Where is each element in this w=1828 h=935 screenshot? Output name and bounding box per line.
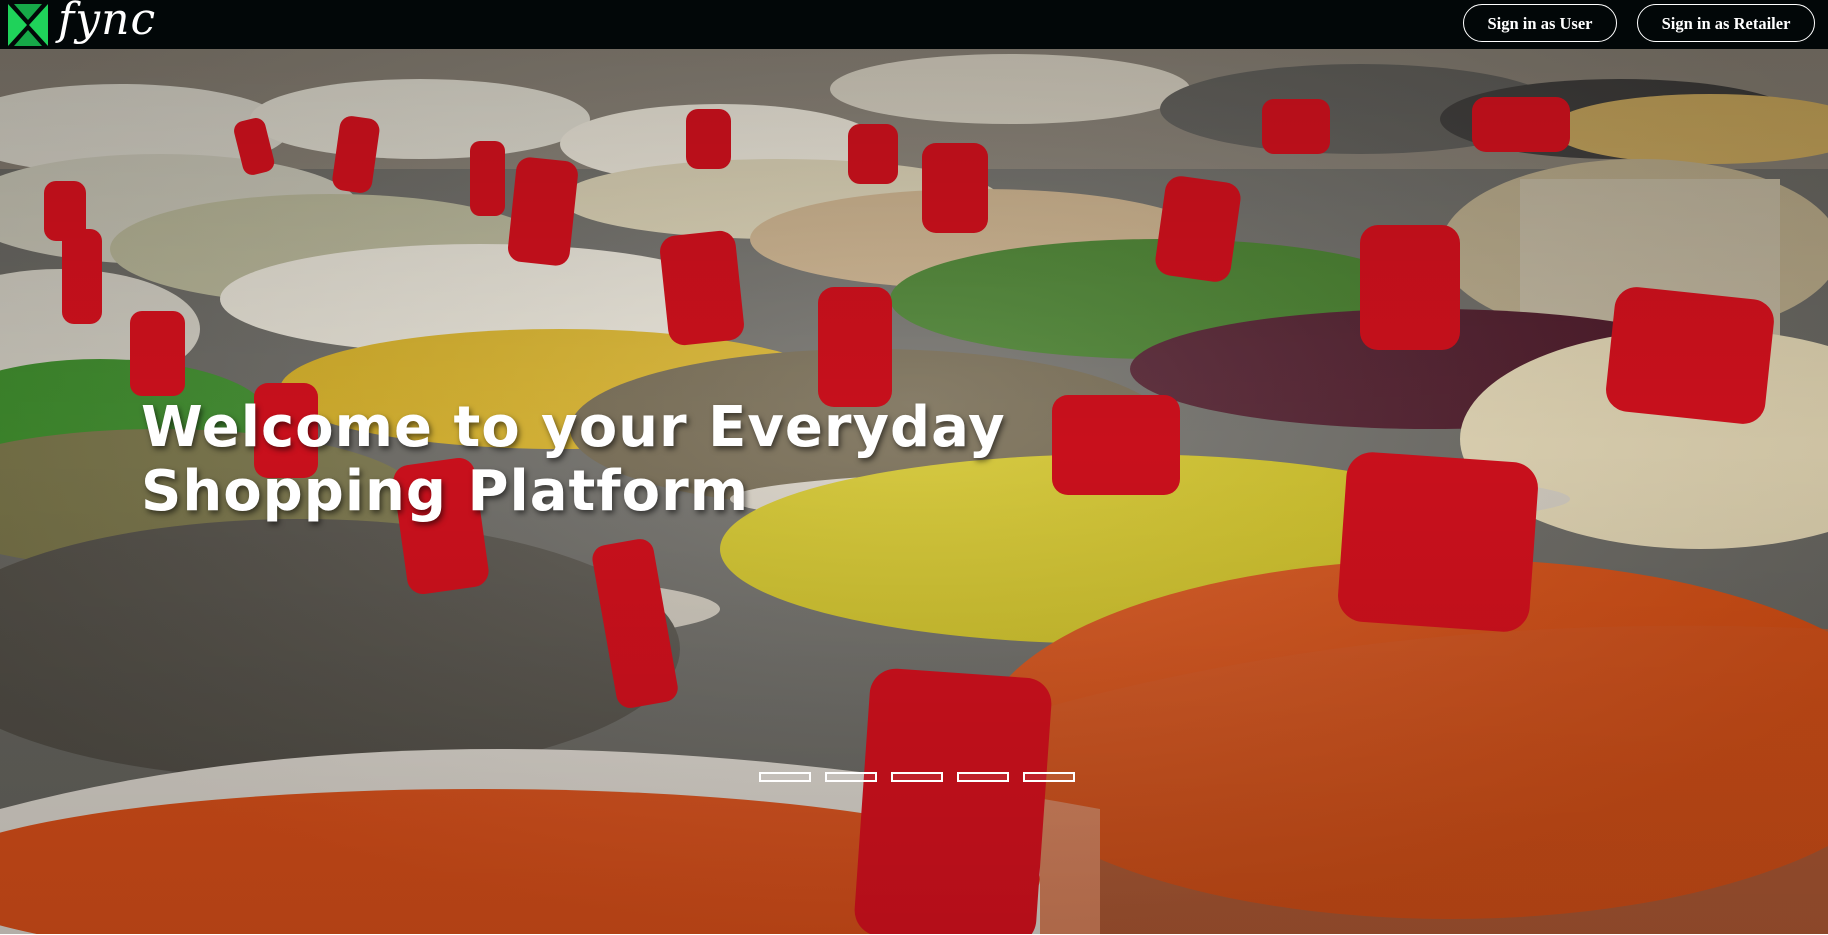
carousel-indicator-4[interactable] (957, 772, 1009, 782)
sign-in-user-button[interactable]: Sign in as User (1463, 4, 1617, 42)
brand-logo[interactable]: fync (8, 0, 155, 48)
brand-name: fync (58, 0, 157, 45)
hero-title-line-2: Shopping Platform (141, 459, 750, 524)
sign-in-retailer-button[interactable]: Sign in as Retailer (1637, 4, 1815, 42)
top-navbar: fync Sign in as User Sign in as Retailer (0, 0, 1828, 49)
hero-title-line-1: Welcome to your Everyday (141, 395, 1006, 460)
carousel-indicator-5[interactable] (1023, 772, 1075, 782)
carousel-indicator-2[interactable] (825, 772, 877, 782)
carousel-indicator-1[interactable] (759, 772, 811, 782)
bowtie-logo-icon (8, 4, 48, 46)
hero-title: Welcome to your Everyday Shopping Platfo… (141, 396, 1141, 524)
carousel-indicator-3[interactable] (891, 772, 943, 782)
hero-carousel: Welcome to your Everyday Shopping Platfo… (0, 49, 1828, 934)
